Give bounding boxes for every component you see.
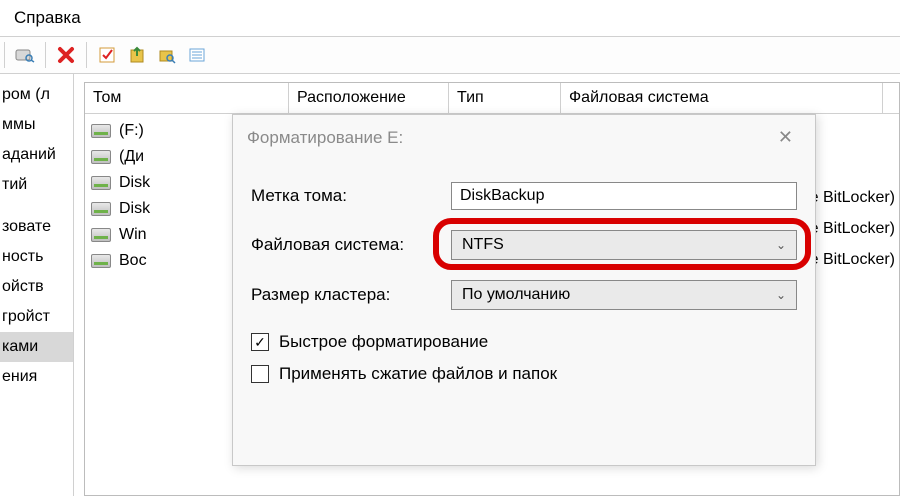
dialog-body: Метка тома: Файловая система: NTFS ⌄ Раз… (233, 156, 815, 384)
filesystem-select[interactable]: NTFS ⌄ (451, 230, 797, 260)
dialog-title: Форматирование E: (247, 128, 403, 148)
disk-icon (91, 202, 111, 216)
volume-name: Disk (119, 200, 150, 218)
volume-name: (Ди (119, 148, 144, 166)
chevron-down-icon: ⌄ (776, 238, 786, 252)
checkbox-checked-icon[interactable]: ✓ (251, 333, 269, 351)
search-icon[interactable] (13, 43, 37, 67)
col-filesystem[interactable]: Файловая система (561, 83, 883, 113)
compress-row[interactable]: Применять сжатие файлов и папок (251, 364, 797, 384)
sidebar-item[interactable]: ром (л (0, 80, 73, 110)
toolbar (0, 36, 900, 74)
sidebar-item[interactable]: тий (0, 170, 73, 200)
format-dialog: Форматирование E: ✕ Метка тома: Файловая… (232, 114, 816, 466)
toolbar-separator (45, 42, 46, 68)
toolbar-separator (4, 42, 5, 68)
sidebar: ром (л ммы аданий тий зовате ность ойств… (0, 74, 74, 496)
cluster-value: По умолчанию (462, 286, 570, 304)
quick-format-label: Быстрое форматирование (279, 332, 488, 352)
content-pane: Том Расположение Тип Файловая система (F… (74, 74, 900, 496)
close-icon[interactable]: ✕ (770, 125, 801, 150)
volume-label: Метка тома: (251, 186, 451, 206)
volume-name: Disk (119, 174, 150, 192)
grid-header: Том Расположение Тип Файловая система (85, 83, 899, 114)
disk-icon (91, 124, 111, 138)
volume-input[interactable] (451, 182, 797, 210)
cluster-label: Размер кластера: (251, 285, 451, 305)
filesystem-row: Файловая система: NTFS ⌄ (251, 230, 797, 260)
menubar: Справка (0, 0, 900, 36)
search-folder-icon[interactable] (155, 43, 179, 67)
cluster-select[interactable]: По умолчанию ⌄ (451, 280, 797, 310)
col-location[interactable]: Расположение (289, 83, 449, 113)
volume-name: (F:) (119, 122, 144, 140)
list-icon[interactable] (185, 43, 209, 67)
check-icon[interactable] (95, 43, 119, 67)
sidebar-item[interactable] (0, 200, 73, 212)
main-area: ром (л ммы аданий тий зовате ность ойств… (0, 74, 900, 496)
disk-icon (91, 176, 111, 190)
volume-label-row: Метка тома: (251, 182, 797, 210)
menu-help[interactable]: Справка (14, 8, 81, 27)
filesystem-value: NTFS (462, 236, 504, 254)
sidebar-item[interactable]: гройст (0, 302, 73, 332)
disk-icon (91, 254, 111, 268)
sidebar-item[interactable]: ммы (0, 110, 73, 140)
delete-icon[interactable] (54, 43, 78, 67)
filesystem-label: Файловая система: (251, 235, 451, 255)
sidebar-item[interactable]: зовате (0, 212, 73, 242)
checkbox-unchecked-icon[interactable] (251, 365, 269, 383)
cluster-row: Размер кластера: По умолчанию ⌄ (251, 280, 797, 310)
sidebar-item[interactable]: ойств (0, 272, 73, 302)
volume-name: Win (119, 226, 147, 244)
col-type[interactable]: Тип (449, 83, 561, 113)
checkbox-group: ✓ Быстрое форматирование Применять сжати… (251, 332, 797, 384)
chevron-down-icon: ⌄ (776, 288, 786, 302)
sidebar-item[interactable]: аданий (0, 140, 73, 170)
sidebar-item[interactable]: ками (0, 332, 73, 362)
compress-label: Применять сжатие файлов и папок (279, 364, 557, 384)
sidebar-item[interactable]: ения (0, 362, 73, 392)
col-extra[interactable] (883, 83, 899, 113)
toolbar-separator (86, 42, 87, 68)
disk-icon (91, 150, 111, 164)
col-volume[interactable]: Том (85, 83, 289, 113)
volume-name: Вос (119, 252, 147, 270)
import-icon[interactable] (125, 43, 149, 67)
dialog-titlebar: Форматирование E: ✕ (233, 115, 815, 156)
sidebar-item[interactable]: ность (0, 242, 73, 272)
quick-format-row[interactable]: ✓ Быстрое форматирование (251, 332, 797, 352)
disk-icon (91, 228, 111, 242)
